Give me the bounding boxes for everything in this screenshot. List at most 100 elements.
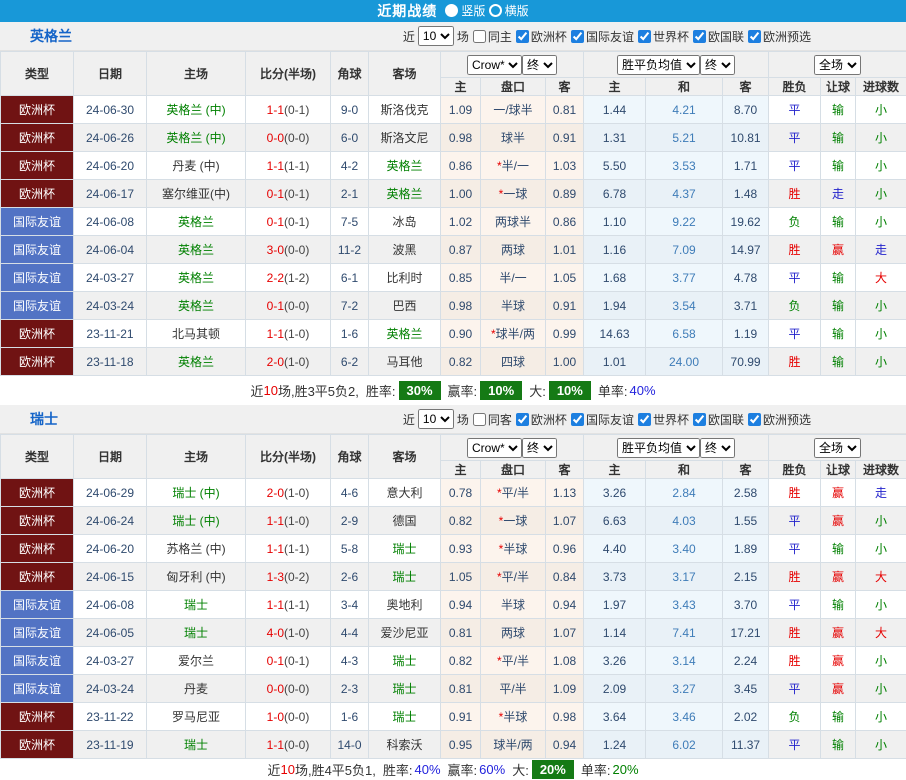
team-link[interactable]: 英格兰 bbox=[386, 187, 422, 201]
odds-company-select[interactable]: Crow* bbox=[467, 55, 522, 75]
cell-result: 平 bbox=[769, 591, 821, 619]
stat-label: 大: bbox=[512, 760, 529, 779]
league-checkbox[interactable] bbox=[516, 30, 529, 43]
league-filter[interactable]: 欧国联 bbox=[693, 28, 744, 45]
league-checkbox[interactable] bbox=[638, 30, 651, 43]
cell-mean-draw: 3.40 bbox=[646, 535, 723, 563]
cell-odds-away: 0.94 bbox=[546, 731, 584, 759]
fulltime-score: 1-1 bbox=[267, 159, 284, 173]
team-link[interactable]: 英格兰 bbox=[386, 159, 422, 173]
opponent-name: 德国 bbox=[392, 514, 416, 528]
stat-label: 胜率: bbox=[366, 381, 396, 400]
league-label: 欧洲杯 bbox=[531, 411, 567, 428]
team-link[interactable]: 英格兰 bbox=[386, 327, 422, 341]
same-venue-filter[interactable]: 同客 bbox=[473, 411, 512, 428]
cell-competition: 欧洲杯 bbox=[1, 563, 74, 591]
team-link[interactable]: 瑞士 bbox=[392, 710, 416, 724]
same-venue-checkbox[interactable] bbox=[473, 413, 486, 426]
opponent-name: 匈牙利 (中) bbox=[166, 570, 225, 584]
summary-count: 10 bbox=[281, 762, 295, 777]
halftime-score: (1-1) bbox=[284, 598, 309, 612]
odds-final-select[interactable]: 终 bbox=[522, 55, 557, 75]
match-row: 国际友谊24-06-04英格兰3-0(0-0)11-2波黑0.87两球1.011… bbox=[1, 236, 906, 264]
same-venue-checkbox[interactable] bbox=[473, 30, 486, 43]
radio-icon[interactable] bbox=[489, 4, 502, 17]
league-filter[interactable]: 国际友谊 bbox=[571, 411, 634, 428]
team-link[interactable]: 瑞士 bbox=[184, 738, 208, 752]
recent-count-select[interactable]: 10 bbox=[418, 409, 454, 429]
league-checkbox[interactable] bbox=[693, 413, 706, 426]
league-filter[interactable]: 国际友谊 bbox=[571, 28, 634, 45]
cell-score: 1-1(1-0) bbox=[246, 507, 331, 535]
team-link[interactable]: 瑞士 bbox=[392, 570, 416, 584]
mean-type-select[interactable]: 胜平负均值 bbox=[617, 55, 700, 75]
league-checkbox[interactable] bbox=[748, 413, 761, 426]
team-link[interactable]: 瑞士 bbox=[184, 598, 208, 612]
league-filter[interactable]: 欧洲预选 bbox=[748, 28, 811, 45]
cell-date: 24-06-26 bbox=[74, 124, 147, 152]
odds-company-select[interactable]: Crow* bbox=[467, 438, 522, 458]
league-filter[interactable]: 世界杯 bbox=[638, 411, 689, 428]
halftime-score: (1-1) bbox=[284, 542, 309, 556]
team-link[interactable]: 英格兰 (中) bbox=[166, 131, 225, 145]
cell-mean-home: 1.94 bbox=[584, 292, 646, 320]
cell-odds-home: 0.86 bbox=[441, 152, 481, 180]
league-checkbox[interactable] bbox=[638, 413, 651, 426]
team-link[interactable]: 英格兰 bbox=[178, 243, 214, 257]
team-link[interactable]: 瑞士 bbox=[392, 682, 416, 696]
radio-icon[interactable] bbox=[445, 4, 458, 17]
team-link[interactable]: 瑞士 bbox=[392, 542, 416, 556]
recent-count-select[interactable]: 10 bbox=[418, 26, 454, 46]
league-filter[interactable]: 欧洲预选 bbox=[748, 411, 811, 428]
team-link[interactable]: 英格兰 (中) bbox=[166, 103, 225, 117]
odds-final-select[interactable]: 终 bbox=[522, 438, 557, 458]
team-link[interactable]: 英格兰 bbox=[178, 215, 214, 229]
layout-radio-option[interactable]: 横版 bbox=[489, 2, 529, 19]
league-checkbox[interactable] bbox=[693, 30, 706, 43]
cell-result: 胜 bbox=[769, 180, 821, 208]
same-venue-filter[interactable]: 同主 bbox=[473, 28, 512, 45]
scope-select[interactable]: 全场 bbox=[814, 438, 861, 458]
cell-competition: 国际友谊 bbox=[1, 236, 74, 264]
scope-select[interactable]: 全场 bbox=[814, 55, 861, 75]
stat-label: 赢率: bbox=[448, 381, 478, 400]
fulltime-score: 0-0 bbox=[267, 682, 284, 696]
cell-goals-result: 小 bbox=[856, 507, 906, 535]
summary-record: 场,胜4平5负1, bbox=[295, 760, 376, 779]
mean-final-select[interactable]: 终 bbox=[700, 55, 735, 75]
cell-result: 胜 bbox=[769, 236, 821, 264]
team-link[interactable]: 英格兰 bbox=[178, 355, 214, 369]
fulltime-score: 0-1 bbox=[267, 215, 284, 229]
cell-date: 24-06-17 bbox=[74, 180, 147, 208]
cell-result: 平 bbox=[769, 731, 821, 759]
opponent-name: 塞尔维亚(中) bbox=[162, 187, 230, 201]
layout-radio-selected[interactable]: 竖版 bbox=[445, 2, 485, 19]
team-link[interactable]: 瑞士 bbox=[392, 654, 416, 668]
league-checkbox[interactable] bbox=[571, 30, 584, 43]
mean-final-select[interactable]: 终 bbox=[700, 438, 735, 458]
team-link[interactable]: 瑞士 (中) bbox=[172, 486, 219, 500]
cell-handicap: *一球 bbox=[481, 180, 546, 208]
league-checkbox[interactable] bbox=[571, 413, 584, 426]
team-link[interactable]: 瑞士 (中) bbox=[172, 514, 219, 528]
cell-goals-result: 大 bbox=[856, 264, 906, 292]
cell-handicap: *半球 bbox=[481, 535, 546, 563]
stat-value: 30% bbox=[399, 381, 441, 400]
cell-handicap-result: 输 bbox=[821, 731, 856, 759]
cell-goals-result: 小 bbox=[856, 292, 906, 320]
cell-mean-away: 2.58 bbox=[723, 479, 769, 507]
team-link[interactable]: 英格兰 bbox=[178, 299, 214, 313]
league-filter[interactable]: 欧洲杯 bbox=[516, 28, 567, 45]
league-checkbox[interactable] bbox=[516, 413, 529, 426]
league-filter[interactable]: 欧国联 bbox=[693, 411, 744, 428]
league-filter[interactable]: 欧洲杯 bbox=[516, 411, 567, 428]
team-link[interactable]: 英格兰 bbox=[178, 271, 214, 285]
league-filter[interactable]: 世界杯 bbox=[638, 28, 689, 45]
cell-odds-away: 1.13 bbox=[546, 479, 584, 507]
cell-result: 平 bbox=[769, 96, 821, 124]
team-link[interactable]: 瑞士 bbox=[184, 626, 208, 640]
cell-handicap: *半/一 bbox=[481, 152, 546, 180]
cell-handicap-result: 输 bbox=[821, 292, 856, 320]
mean-type-select[interactable]: 胜平负均值 bbox=[617, 438, 700, 458]
league-checkbox[interactable] bbox=[748, 30, 761, 43]
